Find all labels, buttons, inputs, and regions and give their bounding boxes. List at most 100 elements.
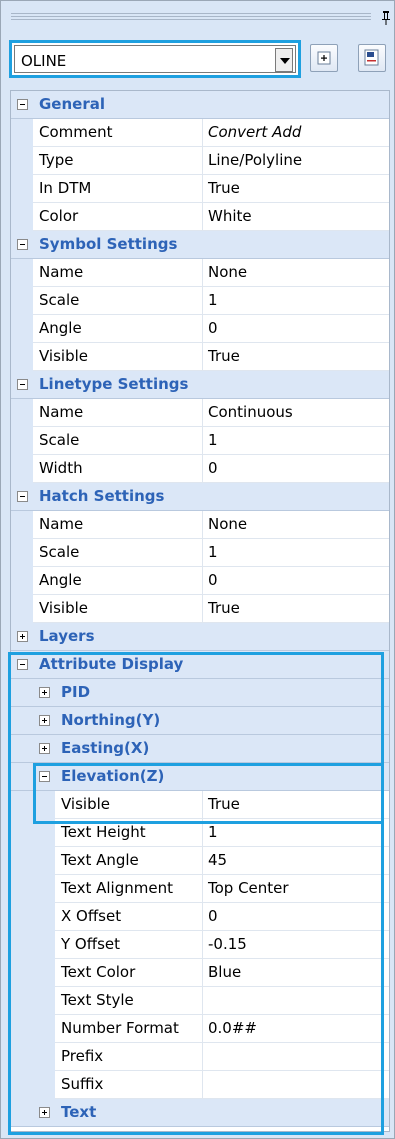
panel-titlebar[interactable] [3,5,377,29]
subcategory-elevation[interactable]: Elevation(Z) [11,763,389,791]
subcategory-title: Elevation(Z) [61,767,165,785]
property-row[interactable]: In DTM True [11,175,389,203]
grip-line [11,16,371,17]
property-value[interactable]: None [208,515,247,533]
property-name: Name [39,515,84,533]
property-row[interactable]: Prefix [11,1043,389,1071]
property-row[interactable]: Comment Convert Add [11,119,389,147]
property-value[interactable]: 45 [208,851,227,869]
property-row[interactable]: X Offset 0 [11,903,389,931]
property-value[interactable]: 0 [208,459,218,477]
property-row[interactable]: Visible True [11,791,389,819]
property-name: Name [39,403,84,421]
property-row[interactable]: Text Alignment Top Center [11,875,389,903]
property-pages-button[interactable] [358,44,386,72]
property-row[interactable]: Name None [11,511,389,539]
expand-icon[interactable] [17,631,28,642]
subcategory-text[interactable]: Text [11,1099,389,1127]
categorized-view-button[interactable] [310,44,338,72]
pin-icon[interactable] [379,10,393,26]
property-name: Comment [39,123,113,141]
property-row[interactable]: Y Offset -0.15 [11,931,389,959]
property-value[interactable]: True [208,599,240,617]
property-row[interactable]: Number Format 0.0## [11,1015,389,1043]
property-name: In DTM [39,179,92,197]
property-value[interactable]: 1 [208,291,218,309]
property-row[interactable]: Name None [11,259,389,287]
property-value[interactable]: 0.0## [208,1019,257,1037]
property-value[interactable]: 1 [208,823,218,841]
property-row[interactable]: Text Color Blue [11,959,389,987]
category-title: Attribute Display [39,655,184,673]
properties-panel: OLINE General Comment Convert Add Type L… [0,0,395,1139]
subcategory-easting[interactable]: Easting(X) [11,735,389,763]
category-layers[interactable]: Layers [11,623,389,651]
property-row[interactable]: Name Continuous [11,399,389,427]
property-value[interactable]: True [208,347,240,365]
property-row[interactable]: Text Height 1 [11,819,389,847]
property-row[interactable]: Color White [11,203,389,231]
chevron-down-icon[interactable] [275,48,293,72]
property-row[interactable]: Scale 1 [11,427,389,455]
property-value[interactable]: Blue [208,963,241,981]
property-row[interactable]: Angle 0 [11,315,389,343]
category-attribute-display[interactable]: Attribute Display [11,651,389,679]
property-row[interactable]: Scale 1 [11,287,389,315]
property-value[interactable]: White [208,207,252,225]
property-name: Text Angle [61,851,139,869]
subcategory-northing[interactable]: Northing(Y) [11,707,389,735]
property-name: Width [39,459,83,477]
collapse-icon[interactable] [17,99,28,110]
category-title: Hatch Settings [39,487,165,505]
subcategory-pid[interactable]: PID [11,679,389,707]
property-row[interactable]: Visible True [11,343,389,371]
property-value[interactable]: Continuous [208,403,293,421]
property-value[interactable]: True [208,795,240,813]
property-value[interactable]: 1 [208,431,218,449]
collapse-icon[interactable] [17,379,28,390]
object-selector[interactable]: OLINE [9,40,301,78]
toolbar: OLINE [9,40,389,82]
property-value[interactable]: 0 [208,907,218,925]
category-general[interactable]: General [11,91,389,119]
property-row[interactable]: Text Style [11,987,389,1015]
categorized-view-icon [317,51,331,65]
property-row[interactable]: Text Angle 45 [11,847,389,875]
property-value[interactable]: 0 [208,319,218,337]
property-row[interactable]: Suffix [11,1071,389,1099]
property-value[interactable]: -0.15 [208,935,247,953]
property-row[interactable]: Angle 0 [11,567,389,595]
collapse-icon[interactable] [39,771,50,782]
expand-icon[interactable] [39,743,50,754]
property-name: Angle [39,319,82,337]
property-row[interactable]: Scale 1 [11,539,389,567]
property-value[interactable]: 0 [208,571,218,589]
property-value[interactable]: Line/Polyline [208,151,302,169]
subcategory-title: Northing(Y) [61,711,161,729]
category-hatch-settings[interactable]: Hatch Settings [11,483,389,511]
property-pages-icon [364,49,379,66]
collapse-icon[interactable] [17,239,28,250]
collapse-icon[interactable] [17,491,28,502]
selector-field[interactable]: OLINE [14,45,296,73]
collapse-icon[interactable] [17,659,28,670]
property-value[interactable]: Convert Add [208,123,301,141]
property-name: Suffix [61,1075,104,1093]
property-row[interactable]: Type Line/Polyline [11,147,389,175]
property-value[interactable]: Top Center [208,879,289,897]
property-row[interactable]: Width 0 [11,455,389,483]
property-name: Scale [39,291,80,309]
category-title: General [39,95,105,113]
property-name: Type [39,151,74,169]
expand-icon[interactable] [39,715,50,726]
property-value[interactable]: 1 [208,543,218,561]
property-value[interactable]: None [208,263,247,281]
category-symbol-settings[interactable]: Symbol Settings [11,231,389,259]
property-name: Visible [39,599,88,617]
expand-icon[interactable] [39,1107,50,1118]
category-linetype-settings[interactable]: Linetype Settings [11,371,389,399]
property-row[interactable]: Visible True [11,595,389,623]
property-value[interactable]: True [208,179,240,197]
subcategory-title: Text [61,1103,97,1121]
expand-icon[interactable] [39,687,50,698]
